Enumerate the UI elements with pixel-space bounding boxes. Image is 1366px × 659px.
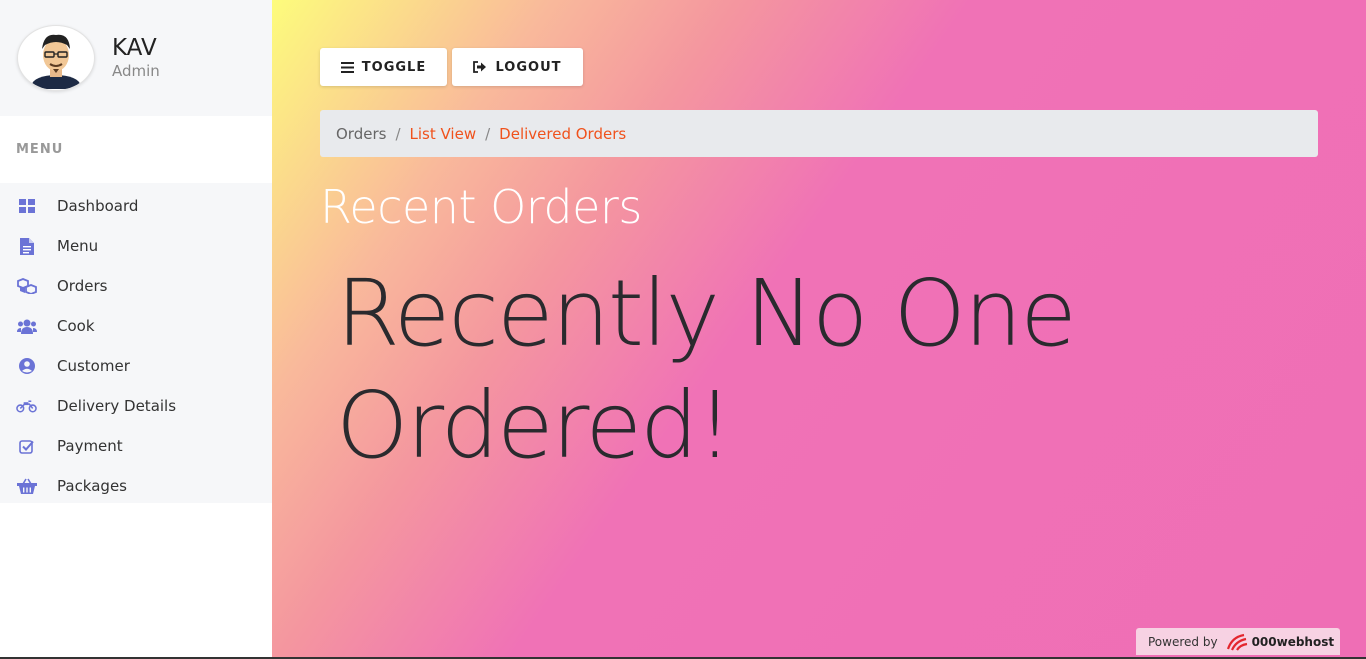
sidebar-item-payment[interactable]: Payment [0,426,272,466]
powered-by-label: Powered by [1148,634,1218,649]
hamburger-icon [340,61,354,73]
menu-header: MENU [16,142,64,157]
toggle-button[interactable]: TOGGLE [320,48,447,86]
user-name: KAV [112,35,157,61]
breadcrumb-separator: / [485,124,491,143]
breadcrumb-separator: / [395,124,401,143]
sidebar-item-customer[interactable]: Customer [0,346,272,386]
sidebar-item-label: Dashboard [57,197,139,215]
breadcrumb-orders[interactable]: Orders [336,125,386,143]
sidebar-item-cook[interactable]: Cook [0,306,272,346]
sidebar-item-label: Menu [57,237,99,255]
sidebar-item-dashboard[interactable]: Dashboard [0,186,272,226]
cubes-icon [16,277,37,295]
sidebar-item-label: Cook [57,317,95,335]
breadcrumb-delivered-orders[interactable]: Delivered Orders [499,125,626,143]
sidebar-item-packages[interactable]: Packages [0,466,272,506]
motorcycle-icon [16,397,37,415]
powered-by-badge[interactable]: Powered by 000webhost [1136,628,1340,655]
sidebar: KAV Admin MENU Dashboard Menu Orders Coo… [0,0,272,659]
sidebar-item-label: Customer [57,357,130,375]
webhost-logo-icon [1226,633,1247,651]
basket-icon [16,477,37,495]
sign-out-icon [473,61,487,73]
webhost-brand: 000webhost [1251,634,1335,649]
sidebar-nav: Dashboard Menu Orders Cook Customer Deli… [0,183,272,503]
user-role: Admin [112,62,160,80]
sidebar-item-label: Orders [57,277,108,295]
sidebar-item-label: Payment [57,437,123,455]
profile-panel: KAV Admin [0,0,272,116]
sidebar-item-label: Delivery Details [57,397,177,415]
dashboard-icon [16,197,37,215]
webhost-logo: 000webhost [1226,633,1335,651]
breadcrumb: Orders / List View / Delivered Orders [320,110,1318,157]
sidebar-item-delivery-details[interactable]: Delivery Details [0,386,272,426]
sidebar-item-orders[interactable]: Orders [0,266,272,306]
toolbar: TOGGLE LOGOUT [320,48,583,86]
check-square-icon [16,437,37,455]
sidebar-item-label: Packages [57,477,127,495]
users-icon [16,317,37,335]
logout-button[interactable]: LOGOUT [452,48,583,86]
page-title: Recent Orders [320,180,642,234]
profile-text: KAV Admin [112,35,160,81]
toggle-label: TOGGLE [361,59,427,75]
sidebar-item-menu[interactable]: Menu [0,226,272,266]
breadcrumb-list-view[interactable]: List View [410,125,477,143]
user-circle-icon [16,357,37,375]
avatar[interactable] [17,25,95,91]
main-content: TOGGLE LOGOUT Orders / List View / Deliv… [272,0,1366,659]
document-icon [16,237,37,255]
logout-label: LOGOUT [495,59,562,75]
empty-state-message: Recently No One Ordered! [336,260,1077,479]
